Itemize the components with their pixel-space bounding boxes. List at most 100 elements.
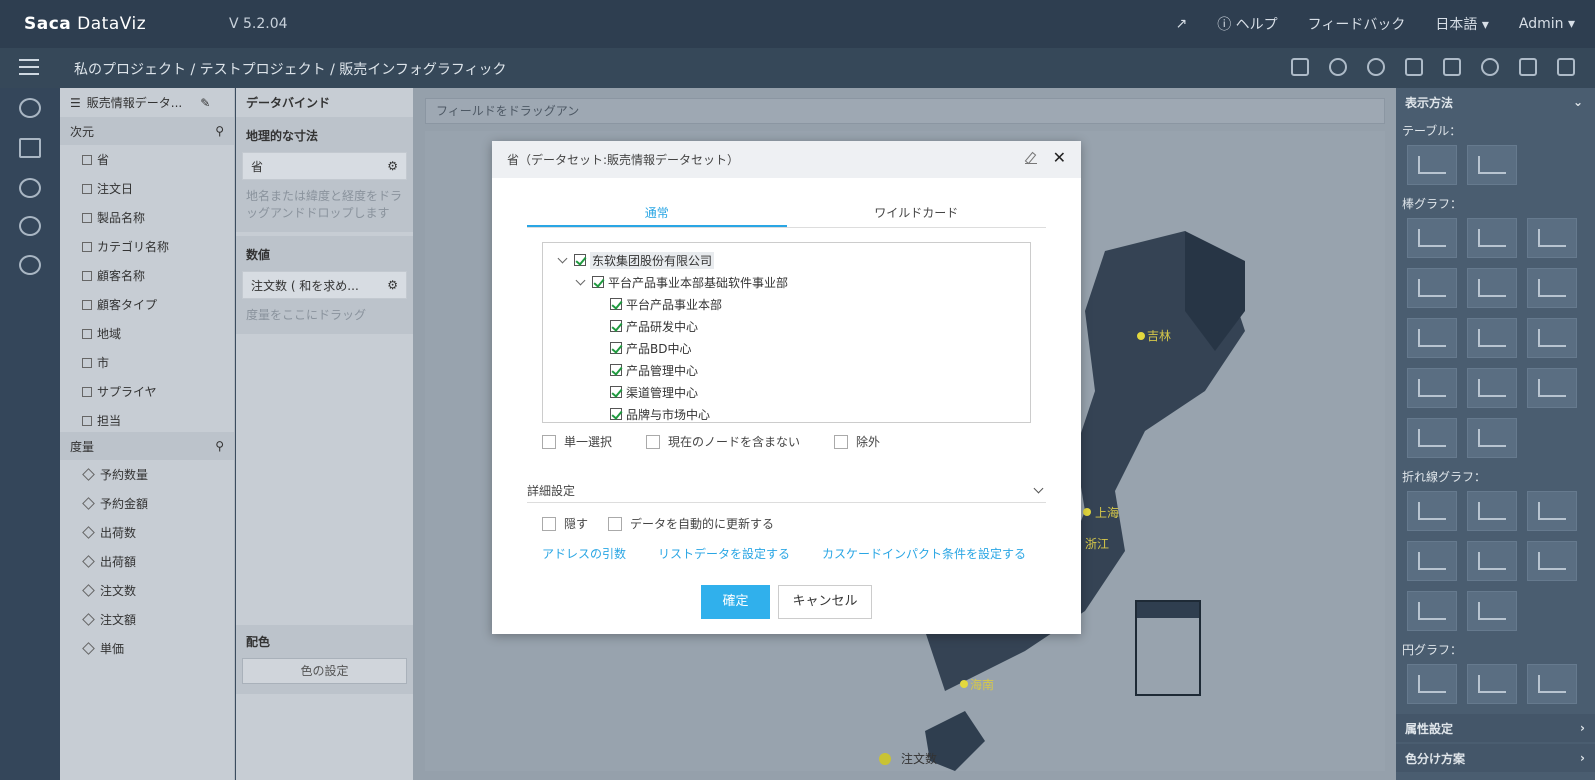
single-select-option[interactable]: 単一選択 xyxy=(542,433,612,450)
chevron-down-icon[interactable] xyxy=(557,253,568,263)
chart-type-icon[interactable] xyxy=(1527,368,1577,408)
play-icon[interactable] xyxy=(1329,58,1347,76)
chevron-down-icon[interactable] xyxy=(575,275,586,285)
measure-item[interactable]: 注文数 xyxy=(60,576,234,605)
tag-icon[interactable] xyxy=(1519,58,1537,76)
edit-icon[interactable]: ✎ xyxy=(200,96,210,110)
tree-node[interactable]: 产品BD中心 xyxy=(543,337,1030,359)
checkbox[interactable] xyxy=(646,434,661,449)
chart-type-icon[interactable] xyxy=(1407,664,1457,704)
checkbox-checked[interactable] xyxy=(610,386,622,398)
chart-type-icon[interactable] xyxy=(1407,318,1457,358)
exclude-node-option[interactable]: 現在のノードを含まない xyxy=(646,433,800,450)
dataset-name[interactable]: 販売情報データ... xyxy=(87,94,182,111)
tab-normal[interactable]: 通常 xyxy=(527,203,787,227)
checkbox[interactable] xyxy=(608,516,623,531)
chart-type-icon[interactable] xyxy=(1527,218,1577,258)
chart-type-icon[interactable] xyxy=(1527,268,1577,308)
chart-type-icon[interactable] xyxy=(1407,145,1457,185)
measure-item[interactable]: 出荷額 xyxy=(60,547,234,576)
language-select[interactable]: 日本語 ▾ xyxy=(1435,14,1488,34)
dimension-item[interactable]: 注文日 xyxy=(60,174,234,203)
chart-type-icon[interactable] xyxy=(1407,591,1457,631)
tree-node[interactable]: 产品研发中心 xyxy=(543,315,1030,337)
dimension-item[interactable]: 市 xyxy=(60,348,234,377)
chart-type-icon[interactable] xyxy=(1407,491,1457,531)
dimension-item[interactable]: サプライヤ xyxy=(60,377,234,406)
print-icon[interactable] xyxy=(1405,58,1423,76)
chart-type-icon[interactable] xyxy=(1467,418,1517,458)
map-legend[interactable]: 注文数 xyxy=(879,750,937,767)
checkbox[interactable] xyxy=(542,434,556,449)
chart-type-icon[interactable] xyxy=(1467,368,1517,408)
measure-item[interactable]: 単価 xyxy=(60,634,234,663)
chart-type-icon[interactable] xyxy=(1467,541,1517,581)
attribute-settings[interactable]: 属性設定 › xyxy=(1396,714,1595,742)
auto-refresh-option[interactable]: データを自動的に更新する xyxy=(608,515,774,532)
chart-type-icon[interactable] xyxy=(1407,418,1457,458)
hamburger-menu-icon[interactable] xyxy=(19,59,39,75)
chart-type-icon[interactable] xyxy=(1407,541,1457,581)
tree-node[interactable]: 平台产品事业本部基础软件事业部 xyxy=(543,271,1030,293)
list-data-link[interactable]: リストデータを設定する xyxy=(658,545,790,562)
exclude-option[interactable]: 除外 xyxy=(834,433,880,450)
dimension-item[interactable]: 製品名称 xyxy=(60,203,234,232)
search-icon[interactable]: ⚲ xyxy=(215,124,224,138)
chart-type-icon[interactable] xyxy=(1467,491,1517,531)
checkbox[interactable] xyxy=(542,516,556,531)
refresh-icon[interactable] xyxy=(19,178,41,198)
color-scheme[interactable]: 色分け方案 › xyxy=(1396,744,1595,772)
monitor-icon[interactable] xyxy=(19,138,41,158)
drag-drop-zone[interactable]: フィールドをドラッグアン xyxy=(425,98,1385,124)
chart-type-icon[interactable] xyxy=(1527,491,1577,531)
user-menu[interactable]: Admin ▾ xyxy=(1519,16,1575,32)
tree-node[interactable]: 平台产品事业本部 xyxy=(543,293,1030,315)
chart-type-icon[interactable] xyxy=(1467,318,1517,358)
map-point[interactable] xyxy=(960,680,968,688)
chart-type-icon[interactable] xyxy=(1407,368,1457,408)
external-link-icon[interactable]: ↗ xyxy=(1175,16,1187,32)
checkbox-checked[interactable] xyxy=(610,320,622,332)
gear-icon[interactable] xyxy=(19,255,41,275)
dimension-item[interactable]: 地域 xyxy=(60,319,234,348)
chart-type-icon[interactable] xyxy=(1467,145,1517,185)
history-icon[interactable] xyxy=(1367,58,1385,76)
gear-icon[interactable]: ⚙ xyxy=(387,159,398,173)
image-icon[interactable] xyxy=(1443,58,1461,76)
dimension-item[interactable]: 顧客名称 xyxy=(60,261,234,290)
geo-field-chip[interactable]: 省 ⚙ xyxy=(242,152,407,180)
dimension-item[interactable]: 顧客タイプ xyxy=(60,290,234,319)
chart-type-icon[interactable] xyxy=(1527,541,1577,581)
dimension-item[interactable]: 担当 xyxy=(60,406,234,432)
measure-item[interactable]: 出荷数 xyxy=(60,518,234,547)
tab-wildcard[interactable]: ワイルドカード xyxy=(787,203,1047,227)
gear-icon[interactable]: ⚙ xyxy=(387,278,398,292)
display-header[interactable]: 表示方法 ⌄ xyxy=(1396,88,1595,116)
measure-item[interactable]: 注文額 xyxy=(60,605,234,634)
address-param-link[interactable]: アドレスの引数 xyxy=(542,545,626,562)
chart-type-icon[interactable] xyxy=(1527,318,1577,358)
tree-node[interactable]: 产品管理中心 xyxy=(543,359,1030,381)
checkbox-checked[interactable] xyxy=(610,342,622,354)
measure-item[interactable]: 予約金額 xyxy=(60,489,234,518)
color-settings-button[interactable]: 色の設定 xyxy=(242,658,407,684)
checkbox-checked[interactable] xyxy=(574,254,586,266)
checkbox-checked[interactable] xyxy=(610,408,622,420)
close-icon[interactable]: ✕ xyxy=(1053,150,1066,166)
map-point[interactable] xyxy=(1083,508,1091,516)
dimension-item[interactable]: カテゴリ名称 xyxy=(60,232,234,261)
chart-type-icon[interactable] xyxy=(1527,664,1577,704)
tree-node[interactable]: 品牌与市场中心 xyxy=(543,403,1030,422)
back-arrow-icon[interactable] xyxy=(1557,58,1575,76)
play-circle-icon[interactable] xyxy=(19,216,41,236)
tree-node[interactable]: 东软集团股份有限公司 xyxy=(543,249,1030,271)
confirm-button[interactable]: 確定 xyxy=(701,585,770,619)
chart-type-icon[interactable] xyxy=(1467,664,1517,704)
cascade-condition-link[interactable]: カスケードインパクト条件を設定する xyxy=(822,545,1026,562)
dimension-item[interactable]: 省 xyxy=(60,145,234,174)
search-icon[interactable]: ⚲ xyxy=(215,439,224,453)
chart-type-icon[interactable] xyxy=(1467,591,1517,631)
checkbox-checked[interactable] xyxy=(592,276,604,288)
help-link[interactable]: ⓘ ヘルプ xyxy=(1217,14,1277,34)
chart-type-icon[interactable] xyxy=(1467,218,1517,258)
